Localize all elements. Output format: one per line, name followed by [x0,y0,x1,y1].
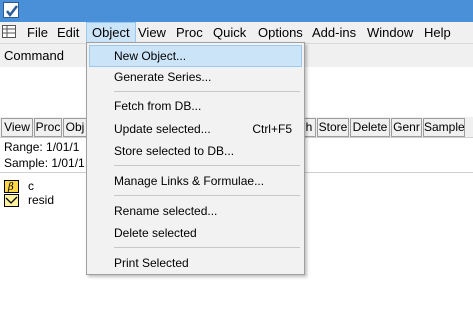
menu-help[interactable]: Help [419,22,456,43]
menu-separator [114,247,300,248]
wf-store-button[interactable]: Store [317,118,349,137]
menu-fetch-from-db[interactable]: Fetch from DB... [89,95,302,117]
object-menu-dropdown: New Object... Generate Series... Fetch f… [86,42,305,275]
menu-item-label: Rename selected... [114,204,218,218]
menu-view[interactable]: View [133,22,171,43]
menu-rename-selected[interactable]: Rename selected... [89,200,302,222]
wf-view-button[interactable]: View [1,118,33,137]
title-bar [0,0,473,22]
wf-proc-button[interactable]: Proc [34,118,62,137]
window-grid-icon[interactable] [2,25,16,38]
menu-options[interactable]: Options [253,22,308,43]
menu-item-label: Manage Links & Formulae... [114,174,265,188]
menu-file[interactable]: File [22,22,53,43]
menu-item-label: Update selected... [114,122,211,136]
object-name: c [28,179,34,193]
menu-print-selected[interactable]: Print Selected [89,252,302,274]
menu-edit[interactable]: Edit [52,22,84,43]
series-icon [4,194,19,207]
menu-item-label: Store selected to DB... [114,144,235,158]
object-name: resid [28,193,55,207]
menu-item-label: Fetch from DB... [114,99,202,113]
menu-separator [114,91,300,92]
menu-separator [114,195,300,196]
svg-text:β: β [7,182,14,192]
menu-shortcut: Ctrl+F5 [252,122,292,136]
coefficient-icon: β [4,180,19,193]
menu-manage-links[interactable]: Manage Links & Formulae... [89,170,302,192]
menu-item-label: New Object... [114,49,187,63]
wf-delete-button[interactable]: Delete [350,118,390,137]
menu-item-label: Print Selected [114,256,189,270]
menu-item-label: Generate Series... [114,70,212,84]
menu-store-selected[interactable]: Store selected to DB... [89,140,302,162]
menu-quick[interactable]: Quick [208,22,251,43]
menu-object[interactable]: Object [86,22,136,43]
menu-generate-series[interactable]: Generate Series... [89,66,302,88]
wf-sample-button[interactable]: Sample [423,118,465,137]
menu-item-label: Delete selected [114,226,197,240]
menu-new-object[interactable]: New Object... [89,45,302,67]
wf-object-button[interactable]: Obj [63,118,87,137]
menu-window[interactable]: Window [362,22,418,43]
menu-update-selected[interactable]: Update selected... Ctrl+F5 [89,118,302,140]
menu-proc[interactable]: Proc [171,22,208,43]
app-logo-icon[interactable] [3,2,19,18]
menu-delete-selected[interactable]: Delete selected [89,222,302,244]
menu-separator [114,165,300,166]
wf-genr-button[interactable]: Genr [391,118,422,137]
menu-bar: File Edit Object View Proc Quick Options… [0,22,473,43]
range-text[interactable]: Range: 1/01/1 [0,140,79,155]
sample-text[interactable]: Sample: 1/01/1 [0,156,85,171]
menu-add-ins[interactable]: Add-ins [307,22,361,43]
